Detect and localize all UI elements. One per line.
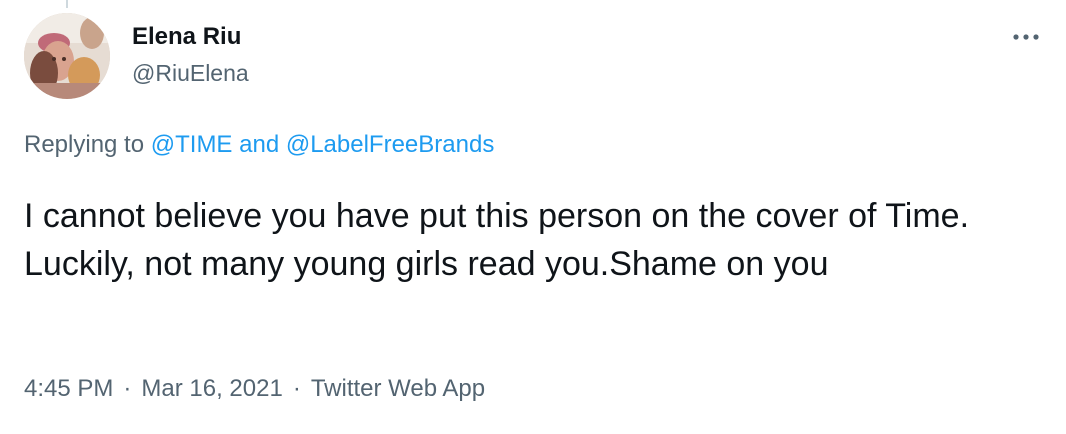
meta-separator: · [292, 375, 301, 402]
thread-connector-line [66, 0, 68, 8]
tweet-source[interactable]: Twitter Web App [311, 375, 485, 402]
tweet-meta: 4:45 PM · Mar 16, 2021 · Twitter Web App [24, 374, 485, 404]
author-handle[interactable]: @RiuElena [132, 58, 249, 88]
replying-to: Replying to @TIME and @LabelFreeBrands [24, 130, 494, 160]
tweet-date[interactable]: Mar 16, 2021 [141, 375, 282, 402]
more-horizontal-icon[interactable] [1006, 22, 1046, 52]
mention-link-time[interactable]: @TIME [151, 131, 233, 158]
replying-to-label: Replying to [24, 131, 145, 158]
avatar[interactable] [24, 13, 110, 99]
meta-separator: · [123, 375, 132, 402]
mention-conjunction: and [239, 131, 280, 158]
tweet-time[interactable]: 4:45 PM [24, 375, 113, 402]
author-name[interactable]: Elena Riu [132, 22, 241, 52]
tweet-text: I cannot believe you have put this perso… [24, 197, 970, 283]
avatar-photo [24, 13, 110, 99]
mention-link-labelfreebrands[interactable]: @LabelFreeBrands [286, 131, 494, 158]
